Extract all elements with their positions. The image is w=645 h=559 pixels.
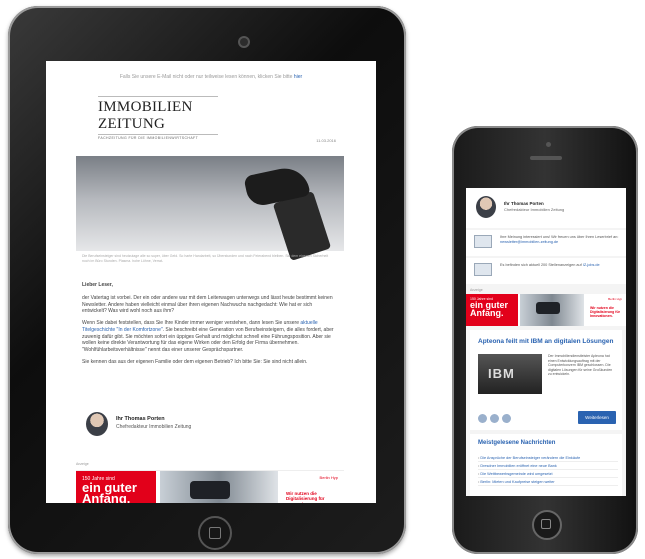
jobs-text: Es befinden sich aktuell 200 Stellenanze… (500, 263, 620, 268)
article-teaser: Der Immobiliendienstleister Apleona hat … (548, 354, 613, 377)
jobs-link[interactable]: IZ-jobs.de (583, 263, 600, 267)
phone-camera (546, 142, 551, 147)
hero-image[interactable] (76, 156, 344, 262)
phone-device: Ihr Thomas Porten Chefredakteur Immobili… (452, 126, 638, 554)
feedback-text: Ihre Meinung interessiert uns! Wir freue… (500, 235, 620, 245)
paragraph-3: Sie kennen das aus der eigenen Familie o… (82, 358, 308, 365)
preheader-text: Falls Sie unsere E-Mail nicht oder nur t… (119, 74, 293, 80)
ad-banner-right: Berlin Hyp Wir nutzen die Digitalisierun… (282, 471, 344, 503)
ad-banner-line-3: Anfang. (82, 491, 131, 503)
logo[interactable]: IMMOBILIEN ZEITUNG (98, 96, 218, 135)
ad-label: Anzeige (470, 288, 483, 292)
phone-screen: Ihr Thomas Porten Chefredakteur Immobili… (466, 188, 626, 496)
signature-name: Ihr Thomas Porten (116, 416, 165, 422)
avatar (86, 412, 108, 436)
ad-brand-logo: Berlin Hyp (319, 475, 338, 480)
signature-role: Chefredakteur Immobilien Zeitung (116, 424, 192, 430)
article-card: Apteona feilt mit IBM an digitalen Lösun… (470, 330, 622, 430)
mail-icon (474, 235, 492, 248)
ad-label: Anzeige (76, 462, 89, 466)
jobs-text-body: Es befinden sich aktuell 200 Stellenanze… (500, 263, 582, 267)
issue-date: 11.03.2016 (316, 138, 336, 143)
signature: Ihr Thomas Porten Chefredakteur Immobili… (86, 412, 336, 442)
preheader: Falls Sie unsere E-Mail nicht oder nur t… (46, 61, 376, 86)
list-item[interactable]: Berlin: Mieten und Kaufpreise steigen we… (478, 478, 618, 486)
ad-banner-claim: Wir nutzen die Digitalisierung für Innov… (286, 491, 325, 503)
feedback-email-link[interactable]: newsletter@immobilien-zeitung.de (500, 240, 558, 244)
paragraph-1: der Vatertag ist vorbei. Der ein oder an… (82, 294, 333, 315)
twitter-icon[interactable] (490, 414, 499, 423)
hero-caption: Die Berufseinsteiger sind heutzutage all… (82, 254, 329, 263)
paragraph-2-start: Wenn Sie dabei feststellen, dass Sie Ihr… (82, 320, 299, 326)
most-read-list: Die Ansprüche der Berufseinsteiger verän… (478, 454, 618, 486)
tablet-home-button[interactable] (198, 516, 232, 550)
avatar (476, 196, 496, 218)
id-card-icon (474, 263, 492, 276)
paragraph-2: Wenn Sie dabei feststellen, dass Sie Ihr… (82, 320, 337, 354)
logo-subtitle: FACHZEITUNG FÜR DIE IMMOBILIENWIRTSCHAFT (98, 136, 199, 140)
list-item[interactable]: Die Wettbewerbsgemeinde wird umgesetzt (478, 470, 618, 478)
ad-banner-red: 150 Jahre sind ein guter Anfang. (76, 471, 156, 503)
signature-name: Ihr Thomas Porten (504, 201, 544, 206)
signature-role: Chefredakteur Immobilien Zeitung (504, 207, 565, 212)
ad-banner-claim: Wir nutzen die Digitalisierung für Innov… (590, 306, 620, 319)
greeting: Lieber Leser, (82, 282, 113, 288)
facebook-icon[interactable] (478, 414, 487, 423)
phone-home-button[interactable] (532, 510, 562, 540)
tablet-device: Falls Sie unsere E-Mail nicht oder nur t… (8, 6, 406, 554)
ad-banner-line-3: Anfang. (470, 308, 504, 318)
hero-leg-shape (272, 190, 332, 262)
feedback-row: Ihre Meinung interessiert uns! Wir freue… (466, 230, 626, 256)
email-share-icon[interactable] (502, 414, 511, 423)
ad-banner[interactable]: 150 Jahre sind ein guter Anfang. Berlin … (466, 294, 626, 326)
jobs-row: Es befinden sich aktuell 200 Stellenanze… (466, 258, 626, 284)
ad-brand-logo: Berlin Hyp (608, 297, 622, 301)
article-title[interactable]: Apteona feilt mit IBM an digitalen Lösun… (478, 338, 613, 345)
ad-banner-photo (160, 471, 278, 503)
feedback-text-body: Ihre Meinung interessiert uns! Wir freue… (500, 235, 619, 239)
list-item[interactable]: Dresdner Immobilien eröffnet eine neue B… (478, 462, 618, 470)
read-more-button[interactable]: Weiterlesen (578, 411, 616, 424)
ad-banner[interactable]: 150 Jahre sind ein guter Anfang. Berlin … (76, 470, 344, 503)
ad-banner-photo (520, 294, 584, 326)
preheader-link[interactable]: hier (294, 74, 302, 80)
article-image-label: IBM (488, 366, 515, 381)
article-image[interactable]: IBM (478, 354, 542, 394)
tablet-camera (240, 38, 248, 46)
phone-speaker (530, 156, 562, 160)
editorial: Lieber Leser, der Vatertag ist vorbei. D… (82, 282, 337, 371)
most-read-section: Meistgelesene Nachrichten Die Ansprüche … (470, 434, 622, 496)
ad-banner-red: 150 Jahre sind ein guter Anfang. (466, 294, 518, 326)
list-item[interactable]: Die Ansprüche der Berufseinsteiger verän… (478, 454, 618, 462)
most-read-title: Meistgelesene Nachrichten (478, 440, 556, 446)
newsletter-card: IMMOBILIEN ZEITUNG FACHZEITUNG FÜR DIE I… (76, 86, 344, 503)
tablet-screen: Falls Sie unsere E-Mail nicht oder nur t… (46, 61, 376, 503)
phone-signature: Ihr Thomas Porten Chefredakteur Immobili… (466, 188, 626, 228)
